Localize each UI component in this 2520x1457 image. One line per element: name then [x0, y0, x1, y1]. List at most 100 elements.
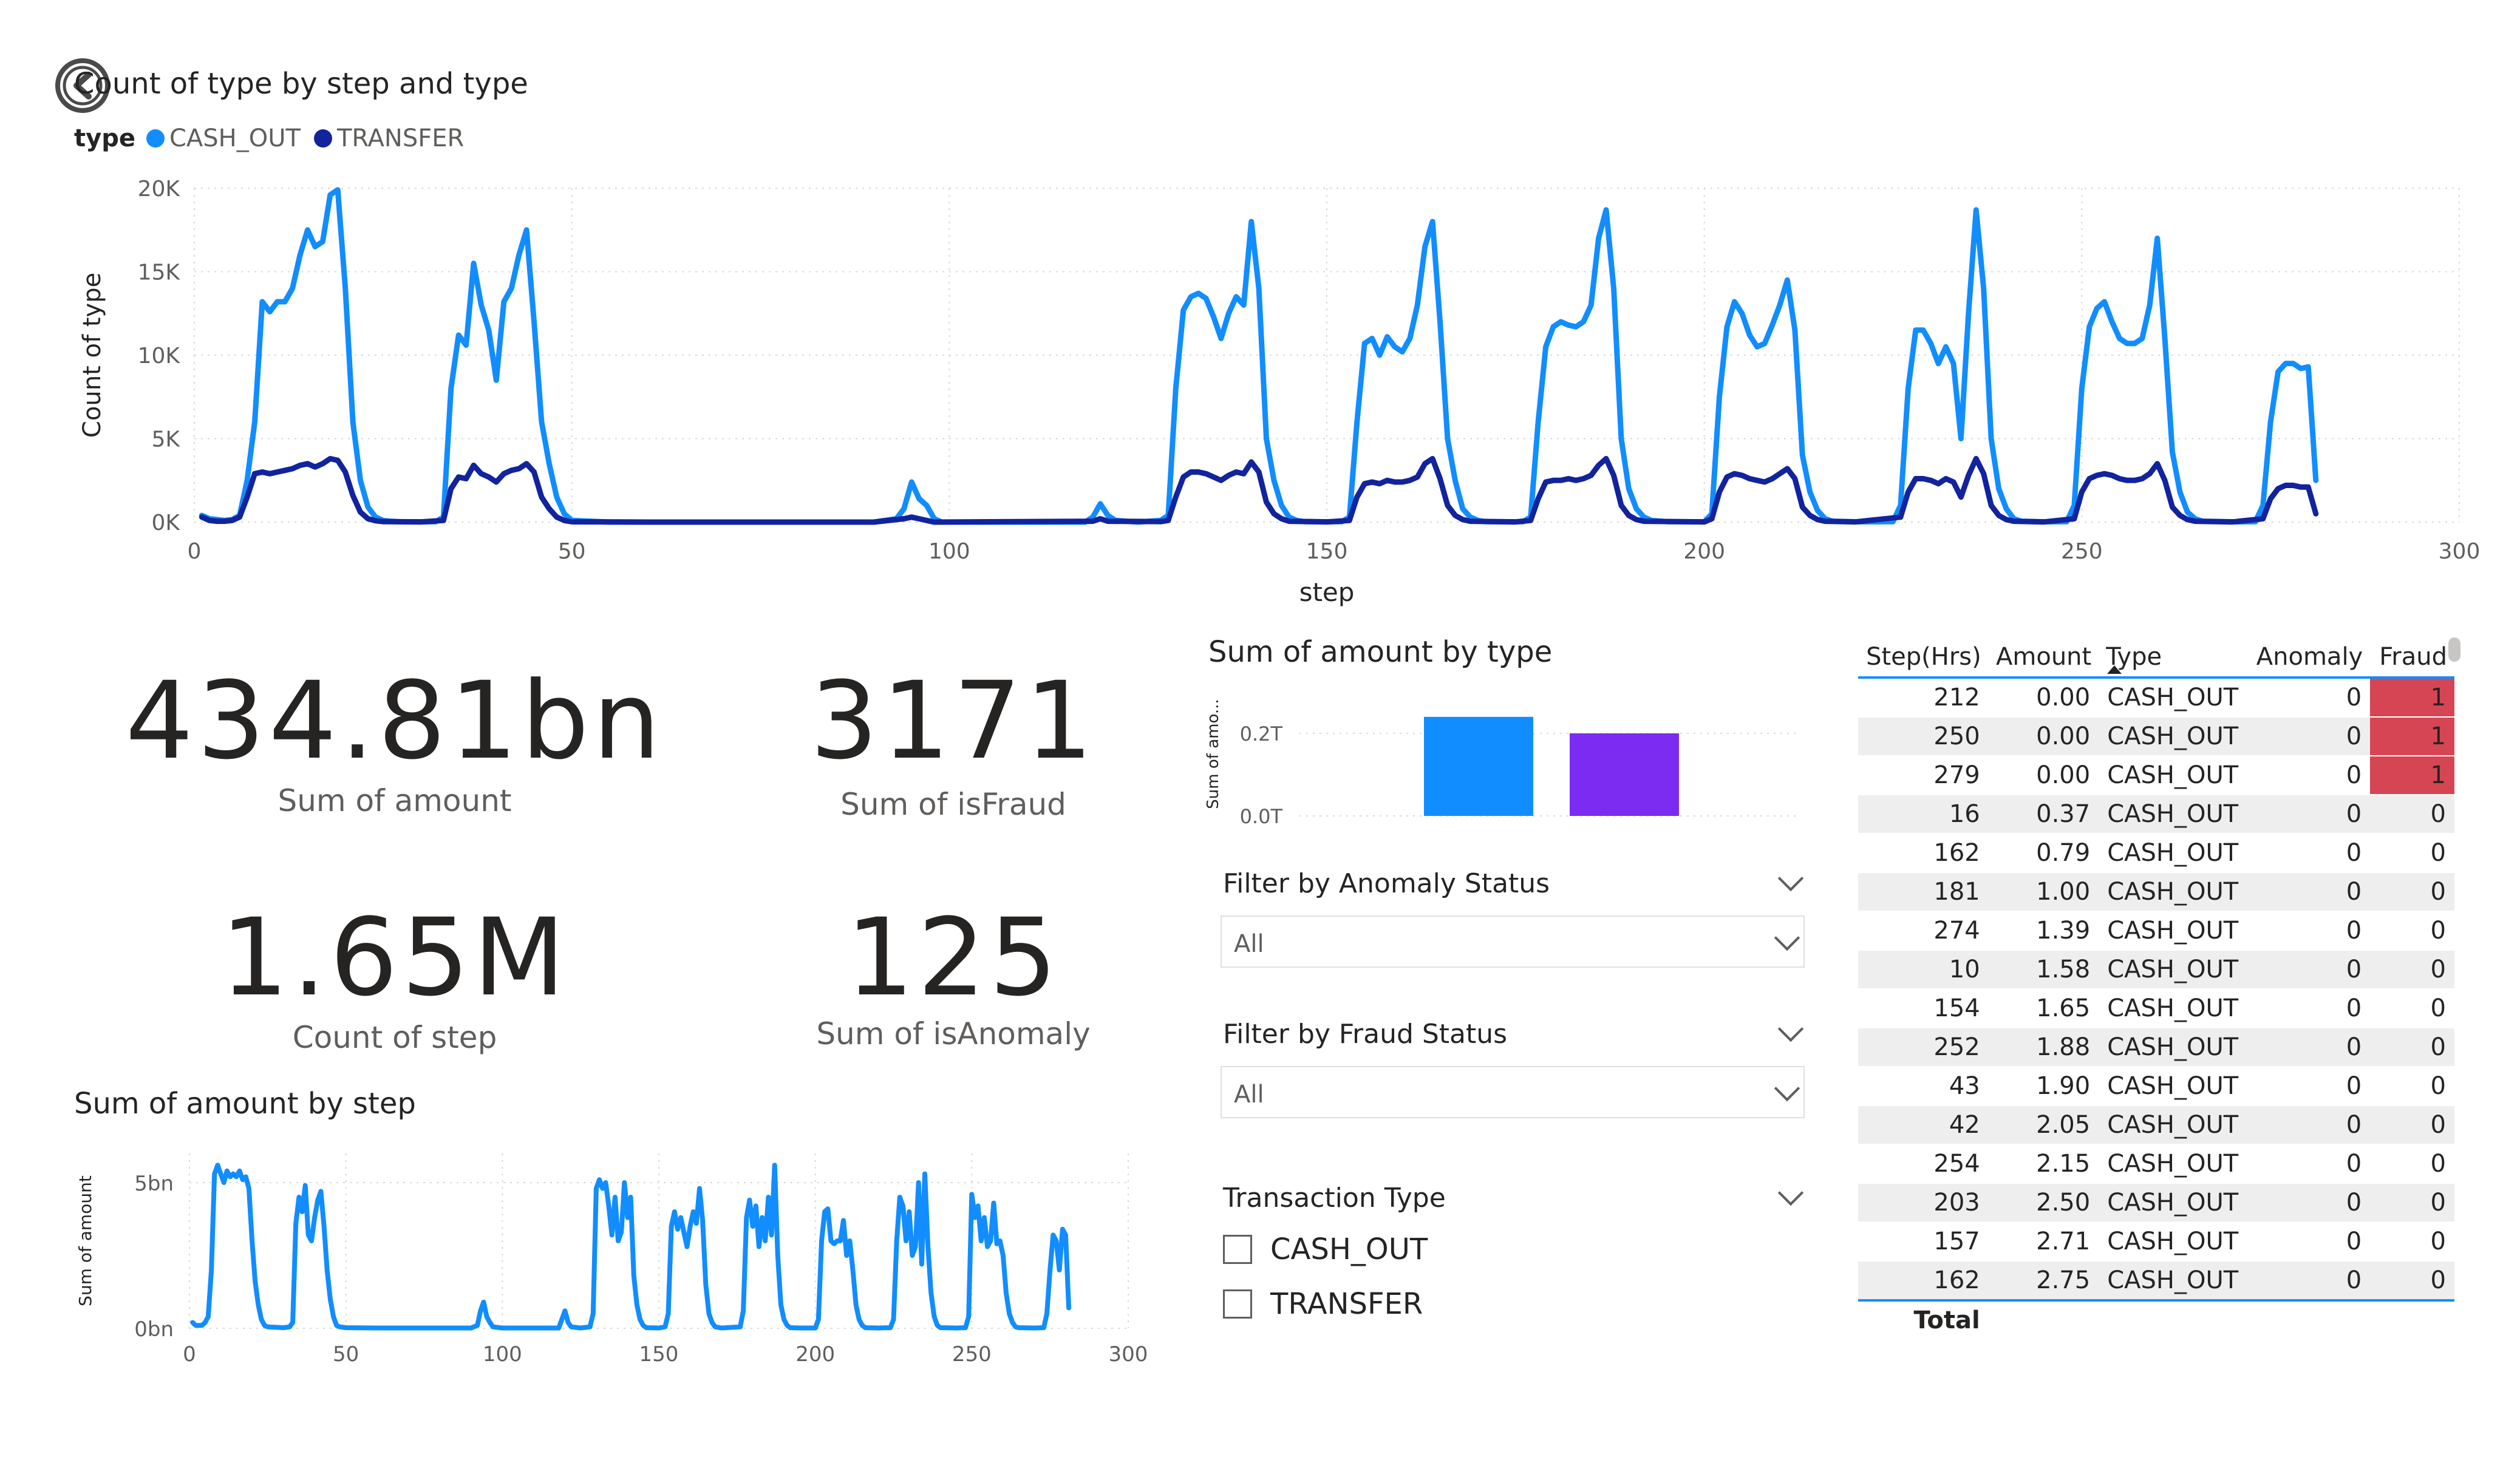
table-row[interactable]: 42 2.05 CASH_OUT 0 0 — [1858, 1105, 2454, 1145]
x-tick-label: 200 — [1683, 539, 1725, 564]
col-header-anomaly[interactable]: Anomaly — [2247, 637, 2371, 679]
table-row[interactable]: 162 0.79 CASH_OUT 0 0 — [1858, 834, 2454, 873]
checkbox-icon[interactable] — [1223, 1235, 1252, 1264]
legend-item-transfer[interactable]: TRANSFER — [313, 124, 464, 152]
anomaly-dropdown[interactable]: All — [1221, 915, 1805, 968]
col-header-step[interactable]: Step(Hrs) — [1858, 637, 1989, 679]
bar-cash-out[interactable] — [1424, 716, 1533, 816]
total-cell — [2099, 1299, 2248, 1340]
cell-fraud: 0 — [2370, 911, 2454, 951]
legend-label-cash-out: CASH_OUT — [169, 124, 301, 152]
count-by-step-line-chart[interactable]: 0K 5K 10K 15K 20K 0 50 100 150 200 250 300 step Count… — [0, 164, 2520, 607]
bar-transfer[interactable] — [1570, 733, 1679, 816]
legend-dot-icon — [313, 129, 332, 148]
x-tick-label: 300 — [1109, 1342, 1148, 1367]
cell-amount: 2.50 — [1988, 1183, 2099, 1223]
amount-by-step-line-chart[interactable]: 0bn 5bn 0 50 100 150 200 250 300 Sum of amount — [0, 1141, 1166, 1378]
fraud-dropdown[interactable]: All — [1221, 1066, 1805, 1118]
table-row[interactable]: 157 2.71 CASH_OUT 0 0 — [1858, 1222, 2454, 1262]
slicer-type-title: Transaction Type — [1223, 1183, 1446, 1214]
x-tick-label: 150 — [639, 1342, 679, 1367]
table-row[interactable]: 10 1.58 CASH_OUT 0 0 — [1858, 950, 2454, 990]
kpi-label: Sum of amount — [278, 783, 512, 818]
slicer-type-collapse[interactable] — [1777, 1180, 1804, 1208]
series-line-amount[interactable] — [190, 1163, 1072, 1331]
x-tick-label: 250 — [2061, 539, 2103, 564]
cell-anomaly: 0 — [2247, 1067, 2371, 1106]
kpi-card-sum-isanomaly: 125 Sum of isAnomaly — [668, 905, 1239, 1052]
table-row[interactable]: 250 0.00 CASH_OUT 0 1 — [1858, 717, 2454, 756]
cell-step: 10 — [1858, 950, 1989, 990]
chevron-down-icon — [1774, 925, 1800, 951]
col-header-amount[interactable]: Amount — [1988, 637, 2099, 679]
cell-anomaly: 0 — [2247, 911, 2371, 951]
table-row[interactable]: 279 0.00 CASH_OUT 0 1 — [1858, 756, 2454, 795]
total-cell — [2370, 1299, 2454, 1340]
table-row[interactable]: 43 1.90 CASH_OUT 0 0 — [1858, 1067, 2454, 1106]
chevron-down-icon — [1777, 1180, 1804, 1206]
table-row[interactable]: 162 2.75 CASH_OUT 0 0 — [1858, 1261, 2454, 1301]
checkbox-icon[interactable] — [1223, 1289, 1252, 1319]
col-header-type[interactable]: Type — [2099, 637, 2248, 679]
cell-fraud: 0 — [2370, 1222, 2454, 1262]
cell-anomaly: 0 — [2247, 989, 2371, 1028]
total-cell — [2247, 1299, 2371, 1340]
cell-step: 250 — [1858, 717, 1989, 756]
amount-by-type-bar-chart[interactable]: 0.0T 0.2T Sum of amo... — [1190, 686, 1810, 838]
y-axis-title: Count of type — [78, 273, 106, 438]
sort-ascending-icon — [2107, 665, 2122, 674]
cell-type: CASH_OUT — [2099, 1261, 2248, 1301]
cell-amount: 2.71 — [1988, 1222, 2099, 1262]
cell-type: CASH_OUT — [2099, 1067, 2248, 1106]
slicer-fraud-collapse[interactable] — [1777, 1016, 1804, 1044]
cell-step: 43 — [1858, 1067, 1989, 1106]
table-row[interactable]: 181 1.00 CASH_OUT 0 0 — [1858, 872, 2454, 912]
table-row[interactable]: 16 0.37 CASH_OUT 0 0 — [1858, 795, 2454, 834]
table-row[interactable]: 254 2.15 CASH_OUT 0 0 — [1858, 1144, 2454, 1184]
cell-type: CASH_OUT — [2099, 911, 2248, 951]
table-row[interactable]: 154 1.65 CASH_OUT 0 0 — [1858, 989, 2454, 1028]
cell-fraud: 0 — [2370, 1067, 2454, 1106]
cell-amount: 1.58 — [1988, 950, 2099, 990]
kpi-card-sum-isfraud: 3171 Sum of isFraud — [668, 668, 1239, 823]
cell-anomaly: 0 — [2247, 795, 2371, 834]
col-header-fraud[interactable]: Fraud — [2370, 637, 2454, 679]
y-tick-label: 0K — [151, 511, 180, 535]
kpi-label: Sum of isFraud — [840, 787, 1066, 822]
chevron-down-icon — [1774, 1075, 1800, 1102]
cell-amount: 1.88 — [1988, 1028, 2099, 1067]
cell-type: CASH_OUT — [2099, 1222, 2248, 1262]
table-row[interactable]: 212 0.00 CASH_OUT 0 1 — [1858, 678, 2454, 718]
checkbox-cash-out[interactable]: CASH_OUT — [1223, 1232, 1428, 1266]
y-tick-label: 5bn — [134, 1172, 174, 1196]
cell-fraud: 1 — [2370, 678, 2454, 718]
x-tick-label: 300 — [2439, 539, 2481, 564]
table-scrollbar[interactable] — [2448, 637, 2460, 662]
table-header-row: Step(Hrs) Amount Type Anomaly Fraud — [1858, 637, 2454, 679]
cell-type: CASH_OUT — [2099, 1144, 2248, 1184]
y-tick-label: 0.2T — [1240, 722, 1283, 745]
x-tick-label: 0 — [183, 1342, 196, 1367]
data-table: Step(Hrs) Amount Type Anomaly Fraud 212 0… — [1858, 637, 2454, 1340]
checkbox-transfer[interactable]: TRANSFER — [1223, 1287, 1423, 1321]
table-row[interactable]: 252 1.88 CASH_OUT 0 0 — [1858, 1028, 2454, 1067]
cell-amount: 2.05 — [1988, 1105, 2099, 1145]
cell-anomaly: 0 — [2247, 1261, 2371, 1301]
cell-anomaly: 0 — [2247, 1105, 2371, 1145]
cell-type: CASH_OUT — [2099, 872, 2248, 912]
line-chart-legend: type CASH_OUT TRANSFER — [74, 121, 477, 155]
cell-step: 279 — [1858, 756, 1989, 795]
table-row[interactable]: 203 2.50 CASH_OUT 0 0 — [1858, 1183, 2454, 1223]
slicer-anomaly-collapse[interactable] — [1777, 865, 1804, 894]
cell-anomaly: 0 — [2247, 834, 2371, 873]
table-total-row: Total — [1858, 1299, 2454, 1340]
table-row[interactable]: 274 1.39 CASH_OUT 0 0 — [1858, 911, 2454, 951]
legend-item-cash-out[interactable]: CASH_OUT — [146, 124, 301, 152]
cell-step: 16 — [1858, 795, 1989, 834]
cell-anomaly: 0 — [2247, 1144, 2371, 1184]
x-tick-label: 50 — [333, 1342, 359, 1367]
cell-amount: 2.15 — [1988, 1144, 2099, 1184]
cell-step: 274 — [1858, 911, 1989, 951]
cell-fraud: 0 — [2370, 950, 2454, 990]
y-tick-label: 0.0T — [1240, 805, 1283, 828]
